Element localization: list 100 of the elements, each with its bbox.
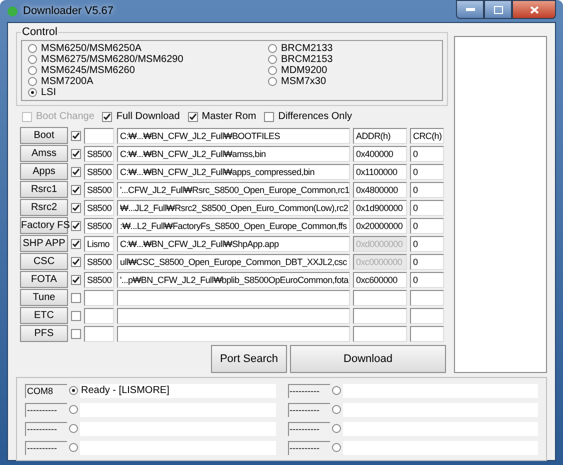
checkbox[interactable] — [71, 148, 81, 158]
crc-field[interactable]: 0 — [410, 218, 444, 234]
checkbox[interactable] — [188, 112, 198, 122]
radio-button[interactable] — [332, 443, 340, 452]
crc-field[interactable] — [410, 326, 444, 342]
model-field[interactable]: S8500 — [84, 164, 114, 180]
download-button[interactable]: Download — [290, 345, 446, 373]
checkbox[interactable] — [71, 220, 81, 230]
address-field[interactable] — [353, 308, 407, 324]
model-field[interactable]: S8500 — [84, 200, 114, 216]
address-field[interactable]: 0x1d900000 — [353, 200, 407, 216]
maximize-button[interactable] — [484, 0, 512, 19]
radio-option[interactable]: MSM6275/MSM6280/MSM6290 — [28, 54, 268, 65]
model-field[interactable]: S8500 — [84, 254, 114, 270]
address-field[interactable] — [353, 326, 407, 342]
address-field[interactable]: 0x20000000 — [353, 218, 407, 234]
radio-option[interactable]: MSM6245/MSM6260 — [28, 65, 268, 76]
checkbox[interactable] — [71, 130, 81, 140]
radio-option[interactable]: BRCM2133 — [268, 43, 436, 54]
radio-button[interactable] — [332, 424, 340, 433]
checkbox[interactable] — [71, 328, 81, 338]
radio-option[interactable]: MDM9200 — [268, 65, 436, 76]
crc-field[interactable] — [410, 290, 444, 306]
checkbox-option[interactable]: Full Download — [102, 111, 180, 122]
checkbox[interactable] — [71, 238, 81, 248]
path-field[interactable]: ₩...JL2_Full₩Rsrc2_S8500_Open_Euro_Common(Low),rc2 — [117, 200, 350, 216]
checkbox[interactable] — [71, 274, 81, 284]
file-button[interactable]: FOTA — [20, 271, 68, 288]
port-search-button[interactable]: Port Search — [211, 345, 287, 373]
address-field[interactable]: 0x1100000 — [353, 164, 407, 180]
crc-field[interactable]: 0 — [410, 182, 444, 198]
radio-option[interactable]: MSM6250/MSM6250A — [28, 43, 268, 54]
path-field[interactable]: C:₩...₩BN_CFW_JL2_Full₩ShpApp.app — [117, 236, 350, 252]
file-button[interactable]: CSC — [20, 253, 68, 270]
file-button[interactable]: ETC — [20, 307, 68, 324]
file-button[interactable]: PFS — [20, 325, 68, 342]
close-button[interactable] — [512, 0, 556, 19]
model-field[interactable] — [84, 326, 114, 342]
path-field[interactable]: '...CFW_JL2_Full₩Rsrc_S8500_Open_Europe_Common,rc1 — [117, 182, 350, 198]
file-button[interactable]: Rsrc2 — [20, 199, 68, 216]
address-field[interactable] — [353, 290, 407, 306]
model-field[interactable]: Lismo — [84, 236, 114, 252]
address-field[interactable]: 0x400000 — [353, 146, 407, 162]
file-button[interactable]: Amss — [20, 145, 68, 162]
path-field[interactable] — [117, 326, 350, 342]
model-field[interactable]: S8500 — [84, 272, 114, 288]
checkbox[interactable] — [71, 256, 81, 266]
file-button[interactable]: Apps — [20, 163, 68, 180]
radio-button[interactable] — [69, 424, 78, 433]
file-button[interactable]: Tune — [20, 289, 68, 306]
checkbox-option[interactable]: Master Rom — [188, 111, 256, 122]
checkbox[interactable] — [71, 202, 81, 212]
path-field[interactable]: '...p₩BN_CFW_JL2_Full₩bplib_S8500OpEuroCommon,fota — [117, 272, 350, 288]
port-label: ---------- — [288, 402, 330, 416]
file-button[interactable]: Factory FS — [20, 217, 68, 234]
checkbox[interactable] — [71, 310, 81, 320]
crc-field[interactable]: 0 — [410, 200, 444, 216]
path-field[interactable]: :₩...L2_Full₩FactoryFs_S8500_Open_Europe_Common,ffs — [117, 218, 350, 234]
radio-button[interactable] — [69, 405, 78, 414]
checkbox[interactable] — [71, 292, 81, 302]
minimize-icon — [466, 8, 474, 11]
radio-button[interactable] — [69, 443, 78, 452]
crc-field[interactable]: 0 — [410, 272, 444, 288]
checkbox[interactable] — [71, 184, 81, 194]
checkbox-option[interactable]: Differences Only — [264, 111, 352, 122]
checkbox[interactable] — [264, 112, 274, 122]
radio-option[interactable]: LSI — [28, 87, 268, 98]
path-field[interactable]: C:₩...₩BN_CFW_JL2_Full₩BOOTFILES — [117, 128, 350, 144]
model-field[interactable]: S8500 — [84, 146, 114, 162]
path-field[interactable] — [117, 308, 350, 324]
crc-field[interactable]: 0 — [410, 254, 444, 270]
checkbox[interactable] — [71, 166, 81, 176]
model-field[interactable]: S8500 — [84, 218, 114, 234]
crc-field[interactable]: 0 — [410, 164, 444, 180]
file-button[interactable]: Rsrc1 — [20, 181, 68, 198]
crc-field[interactable]: 0 — [410, 146, 444, 162]
model-field[interactable] — [84, 290, 114, 306]
model-field[interactable]: S8500 — [84, 182, 114, 198]
crc-field[interactable]: CRC(h) — [410, 128, 444, 144]
path-field[interactable] — [117, 290, 350, 306]
model-field[interactable] — [84, 128, 114, 144]
address-field[interactable]: ADDR(h) — [353, 128, 407, 144]
minimize-button[interactable] — [456, 0, 484, 19]
address-field[interactable]: 0xc600000 — [353, 272, 407, 288]
radio-option[interactable]: MSM7x30 — [268, 76, 436, 87]
checkbox[interactable] — [102, 112, 112, 122]
file-button[interactable]: SHP APP — [20, 235, 68, 252]
file-button[interactable]: Boot — [20, 127, 68, 144]
crc-field[interactable] — [410, 308, 444, 324]
address-field[interactable]: 0x4800000 — [353, 182, 407, 198]
path-field[interactable]: ull₩CSC_S8500_Open_Europe_Common_DBT_XXJL2,csc — [117, 254, 350, 270]
radio-button[interactable] — [332, 386, 340, 395]
radio-option[interactable]: MSM7200A — [28, 76, 268, 87]
path-field[interactable]: C:₩...₩BN_CFW_JL2_Full₩apps_compressed,bin — [117, 164, 350, 180]
crc-field[interactable]: 0 — [410, 236, 444, 252]
radio-button[interactable] — [69, 386, 78, 395]
model-field[interactable] — [84, 308, 114, 324]
radio-option[interactable]: BRCM2153 — [268, 54, 436, 65]
radio-button[interactable] — [332, 405, 340, 414]
path-field[interactable]: C:₩...₩BN_CFW_JL2_Full₩amss,bin — [117, 146, 350, 162]
